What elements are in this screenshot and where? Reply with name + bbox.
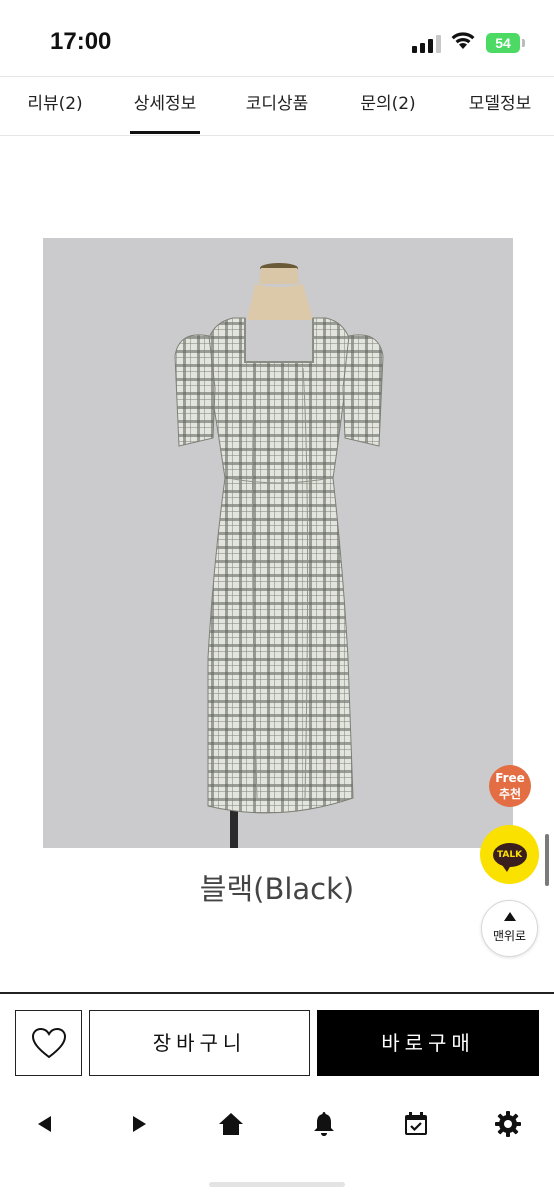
forward-button[interactable] xyxy=(119,1104,159,1144)
battery-tip xyxy=(522,39,525,47)
free-label: Free xyxy=(495,771,525,785)
notification-button[interactable] xyxy=(304,1104,344,1144)
settings-button[interactable] xyxy=(488,1104,528,1144)
buy-now-button[interactable]: 바로구매 xyxy=(317,1010,539,1076)
signal-icon xyxy=(412,33,442,53)
purchase-action-bar: 장바구니 바로구매 xyxy=(0,992,554,1092)
forward-icon xyxy=(133,1116,146,1132)
calendar-check-icon xyxy=(405,1112,427,1135)
scroll-top-button[interactable]: 맨위로 xyxy=(481,900,538,957)
arrow-up-icon xyxy=(503,912,516,921)
free-recommend-button[interactable]: Free 추천 xyxy=(489,765,531,807)
add-to-cart-button[interactable]: 장바구니 xyxy=(89,1010,310,1076)
home-indicator xyxy=(209,1182,345,1187)
home-icon xyxy=(219,1113,243,1135)
wifi-icon xyxy=(451,32,475,49)
browser-bottom-nav xyxy=(0,1090,554,1156)
tab-inquiry[interactable]: 문의(2) xyxy=(343,77,433,134)
back-button[interactable] xyxy=(25,1104,65,1144)
gear-icon xyxy=(495,1111,521,1137)
product-color-caption: 블랙(Black) xyxy=(199,872,355,906)
tab-review[interactable]: 리뷰(2) xyxy=(10,77,100,134)
tab-model-info[interactable]: 모델정보 xyxy=(455,77,545,134)
heart-icon xyxy=(31,1027,66,1059)
bell-icon xyxy=(314,1112,334,1136)
kakao-talk-button[interactable]: TALK xyxy=(480,825,539,884)
tab-detail[interactable]: 상세정보 xyxy=(130,77,200,134)
tab-coordi[interactable]: 코디상품 xyxy=(232,77,322,134)
scrollbar[interactable] xyxy=(545,834,549,886)
product-image xyxy=(43,238,513,848)
status-time: 17:00 xyxy=(50,28,112,55)
talk-bubble-icon: TALK xyxy=(492,842,527,872)
home-button[interactable] xyxy=(211,1104,251,1144)
detail-tabs: 리뷰(2) 상세정보 코디상품 문의(2) 모델정보 xyxy=(0,76,554,136)
back-icon xyxy=(38,1116,51,1132)
calendar-button[interactable] xyxy=(396,1104,436,1144)
battery-icon: 54 xyxy=(486,33,520,53)
status-bar: 17:00 54 xyxy=(0,0,554,76)
scroll-top-label: 맨위로 xyxy=(492,929,527,943)
wishlist-button[interactable] xyxy=(15,1010,82,1076)
recommend-label: 추천 xyxy=(498,787,522,801)
